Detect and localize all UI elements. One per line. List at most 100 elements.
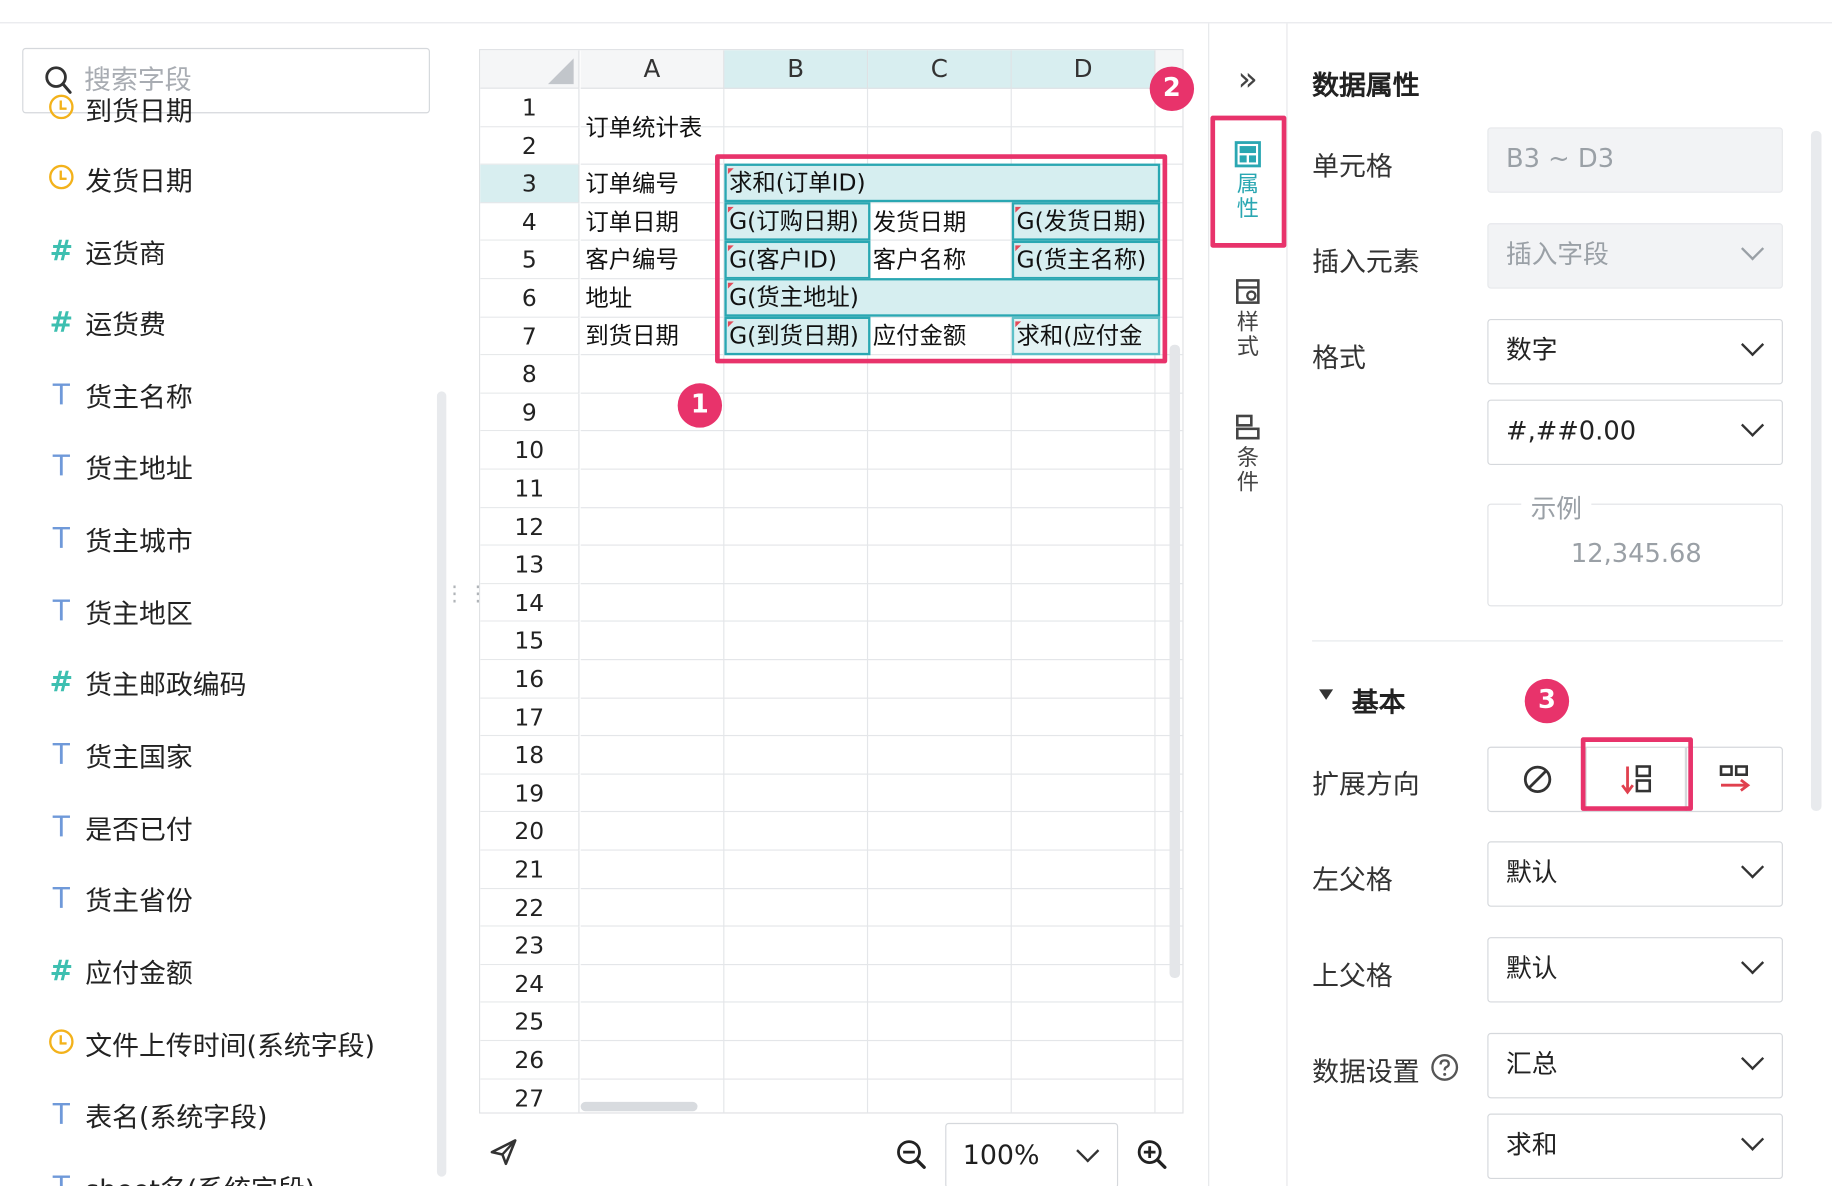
chevron-down-icon <box>1740 413 1765 437</box>
field-item[interactable]: # 运货费 <box>47 299 166 346</box>
row-header[interactable]: 4 <box>480 203 580 242</box>
column-header-b[interactable]: B <box>724 50 869 89</box>
step-badge-2: 2 <box>1149 66 1195 112</box>
row-header[interactable]: 17 <box>480 698 580 737</box>
zoom-out-icon[interactable] <box>896 1139 926 1169</box>
tab-style-label: 样式 <box>1236 309 1259 360</box>
collapse-panel-icon[interactable]: » <box>1209 63 1286 96</box>
expand-none-button[interactable] <box>1487 746 1586 813</box>
field-panel: 到货日期发货日期 # 运货商 # 运货费 T 货主名称 T 货主地址 T 货主城市 T 货主地区 # 货主邮… <box>0 25 453 1186</box>
column-header-a[interactable]: A <box>580 50 725 89</box>
left-parent-label: 左父格 <box>1312 865 1393 897</box>
row-header[interactable]: 9 <box>480 393 580 432</box>
text-t-icon: T <box>52 1098 70 1132</box>
aggregate-select[interactable]: 求和 <box>1487 1113 1783 1179</box>
row-gridline <box>580 735 1183 737</box>
text-t-icon: T <box>52 738 70 772</box>
row-gridline <box>580 1078 1183 1080</box>
number-pattern-select[interactable]: #,##0.00 <box>1487 399 1783 466</box>
row-header[interactable]: 14 <box>480 583 580 623</box>
section-basic-title[interactable]: 基本 <box>1352 680 1406 720</box>
left-parent-select[interactable]: 默认 <box>1487 841 1783 907</box>
row-header[interactable]: 7 <box>480 317 580 356</box>
row-header[interactable]: 19 <box>480 774 580 813</box>
clock-icon <box>47 94 76 123</box>
row-gridline <box>580 544 1183 546</box>
sheet-horizontal-scrollbar[interactable] <box>580 1101 698 1112</box>
highlight-expand-vertical <box>1580 737 1693 811</box>
select-all-corner[interactable] <box>480 50 580 89</box>
format-select[interactable]: 数字 <box>1487 318 1783 385</box>
field-item[interactable]: 文件上传时间(系统字段) <box>47 1020 375 1067</box>
row-header[interactable]: 2 <box>480 126 580 165</box>
column-header-c[interactable]: C <box>868 50 1012 89</box>
section-divider <box>1312 640 1783 642</box>
field-item[interactable]: T 货主地区 <box>47 588 193 635</box>
field-item[interactable]: # 运货商 <box>47 228 166 275</box>
row-gridline <box>580 506 1183 508</box>
collapse-triangle-icon[interactable] <box>1319 689 1334 700</box>
data-setting-select[interactable]: 汇总 <box>1487 1032 1783 1099</box>
field-item[interactable]: T 货主地址 <box>47 443 193 490</box>
clock-icon <box>47 164 76 193</box>
row-header[interactable]: 12 <box>480 507 580 546</box>
chevron-down-icon <box>1076 1139 1100 1163</box>
send-icon[interactable] <box>488 1137 518 1167</box>
cell-a1-title[interactable]: 订单统计表 <box>585 109 702 146</box>
cell-a6[interactable]: 地址 <box>585 279 632 316</box>
row-header[interactable]: 15 <box>480 622 580 661</box>
row-header[interactable]: 18 <box>480 736 580 775</box>
field-item[interactable]: T 货主省份 <box>47 875 193 922</box>
field-item[interactable]: T 货主名称 <box>47 372 193 419</box>
field-item[interactable]: Tsheet名(系统字段) <box>47 1164 316 1186</box>
field-item[interactable]: # 应付金额 <box>47 948 193 995</box>
row-gridline <box>580 1001 1183 1004</box>
text-t-icon: T <box>52 522 70 556</box>
properties-scrollbar[interactable] <box>1810 130 1822 811</box>
tab-condition[interactable]: 条件 <box>1209 414 1286 496</box>
field-item[interactable]: T 是否已付 <box>47 804 193 851</box>
row-header[interactable]: 5 <box>480 241 580 280</box>
row-header[interactable]: 20 <box>480 812 580 851</box>
row-header[interactable]: 6 <box>480 279 580 318</box>
row-header[interactable]: 16 <box>480 660 580 699</box>
row-header[interactable]: 1 <box>480 88 580 127</box>
field-list-scrollbar[interactable] <box>436 391 447 1177</box>
panel-resize-handle[interactable]: ⋮⋮ <box>444 584 488 625</box>
zoom-in-icon[interactable] <box>1137 1139 1167 1169</box>
row-header[interactable]: 3 <box>480 164 580 204</box>
row-header[interactable]: 27 <box>480 1079 580 1113</box>
number-pattern-value: #,##0.00 <box>1506 417 1637 447</box>
sheet-vertical-scrollbar[interactable] <box>1169 344 1181 979</box>
field-item[interactable]: T 货主国家 <box>47 731 193 778</box>
row-header[interactable]: 11 <box>480 469 580 508</box>
cell-a7[interactable]: 到货日期 <box>585 317 678 354</box>
top-parent-select[interactable]: 默认 <box>1487 937 1783 1003</box>
row-header[interactable]: 24 <box>480 964 580 1004</box>
row-header[interactable]: 8 <box>480 355 580 394</box>
row-header[interactable]: 23 <box>480 926 580 965</box>
field-item[interactable]: # 货主邮政编码 <box>47 659 247 706</box>
row-header[interactable]: 22 <box>480 888 580 927</box>
cell-a4[interactable]: 订单日期 <box>585 203 678 240</box>
field-item[interactable]: 发货日期 <box>47 155 193 202</box>
row-header[interactable]: 26 <box>480 1041 580 1080</box>
row-header[interactable]: 13 <box>480 545 580 584</box>
expand-horizontal-button[interactable] <box>1685 746 1783 813</box>
zoom-select[interactable]: 100% <box>945 1122 1119 1186</box>
column-header-d[interactable]: D <box>1011 50 1156 89</box>
data-setting-value: 汇总 <box>1506 1050 1558 1080</box>
field-item-label: 货主邮政编码 <box>85 670 247 702</box>
row-header[interactable]: 25 <box>480 1003 580 1042</box>
row-header[interactable]: 10 <box>480 431 580 470</box>
tab-condition-label: 条件 <box>1236 445 1259 496</box>
cell-a5[interactable]: 客户编号 <box>585 241 678 278</box>
row-header[interactable]: 21 <box>480 850 580 889</box>
field-item[interactable]: 到货日期 <box>47 85 193 132</box>
data-setting-label: 数据设置 <box>1312 1049 1419 1089</box>
cell-a3[interactable]: 订单编号 <box>585 165 678 202</box>
help-icon[interactable] <box>1430 1053 1459 1082</box>
field-item[interactable]: T 货主城市 <box>47 515 193 562</box>
field-item[interactable]: T 表名(系统字段) <box>47 1091 268 1138</box>
tab-style[interactable]: 样式 <box>1209 278 1286 360</box>
